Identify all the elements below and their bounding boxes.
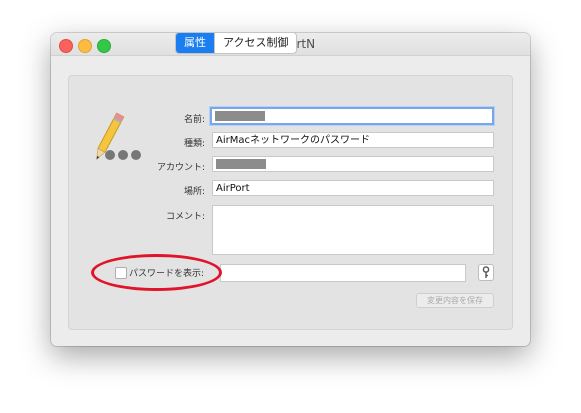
account-field[interactable] (212, 156, 494, 172)
tab-access-control[interactable]: アクセス制御 (214, 33, 296, 53)
account-label: アカウント: (156, 163, 205, 173)
comment-field[interactable] (212, 205, 494, 255)
name-label: 名前: (183, 115, 205, 125)
key-icon (482, 266, 490, 278)
kind-label: 種類: (183, 139, 205, 149)
red-highlight-ellipse (91, 254, 222, 291)
password-assistant-button[interactable] (478, 264, 494, 281)
where-label: 場所: (183, 187, 205, 197)
segmented-tabs: 属性 アクセス制御 (175, 32, 298, 54)
redacted-account (216, 159, 266, 169)
where-field[interactable]: AirPort (212, 180, 494, 196)
comment-label: コメント: (165, 212, 205, 222)
redacted-name (215, 111, 265, 121)
kind-field[interactable]: AirMacネットワークのパスワード (212, 132, 494, 148)
tab-attributes[interactable]: 属性 (176, 33, 214, 53)
password-field[interactable] (220, 264, 466, 282)
name-field[interactable] (210, 107, 494, 125)
save-changes-button[interactable]: 変更内容を保存 (416, 293, 494, 308)
